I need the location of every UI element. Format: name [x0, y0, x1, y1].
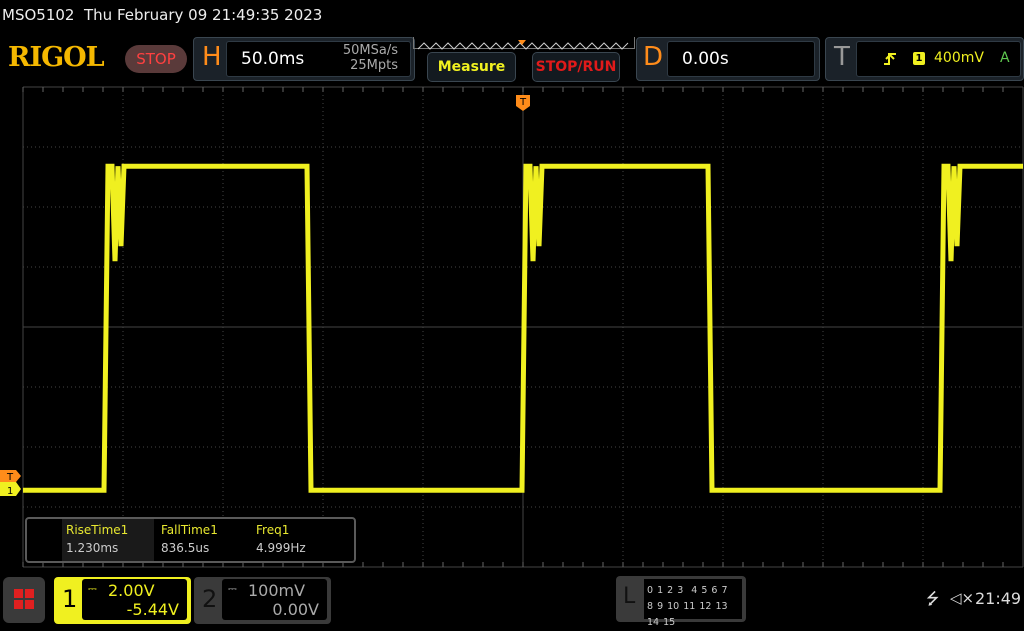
measurement-falltime: FallTime1 836.5us — [161, 523, 218, 555]
stop-run-button[interactable]: STOP/RUN — [532, 52, 620, 82]
trigger-panel[interactable]: T 1 400mV A — [825, 37, 1024, 81]
channel1-number: 1 — [62, 585, 78, 613]
sample-rate: 50MSa/s — [342, 43, 398, 58]
waveform-memory-icon — [417, 40, 629, 50]
delay-panel[interactable]: D 0.00s — [636, 37, 820, 81]
trigger-level-marker[interactable]: T — [0, 470, 21, 483]
channel2-number: 2 — [202, 585, 218, 613]
trigger-source-badge: 1 — [913, 52, 925, 65]
channel2-button[interactable]: 2 ⎓ 100mV 0.00V — [194, 577, 331, 624]
grid-menu-icon — [14, 589, 34, 609]
main-menu-button[interactable] — [3, 577, 45, 623]
channel1-ground-marker[interactable]: 1 — [0, 482, 21, 497]
measurement-name: RiseTime1 — [66, 523, 129, 537]
dc-coupling-icon: ⎓ — [228, 582, 237, 595]
trigger-letter: T — [834, 42, 850, 72]
measurement-value: 1.230ms — [66, 541, 119, 555]
run-status-badge[interactable]: STOP — [125, 45, 187, 73]
channel1-marker-label: 1 — [7, 486, 13, 497]
measurement-name: FallTime1 — [161, 523, 218, 537]
channel1-scale: 2.00V — [108, 581, 155, 600]
channel2-offset: 0.00V — [272, 600, 319, 619]
measurement-value: 836.5us — [161, 541, 210, 555]
timebase: 50.0ms — [241, 49, 305, 69]
memory-depth: 25Mpts — [350, 58, 398, 73]
measurement-risetime: RiseTime1 1.230ms — [66, 523, 128, 555]
logic-channels-row1: 0 1 2 3 4 5 6 7 — [647, 585, 728, 596]
channel1-button[interactable]: 1 ⎓ 2.00V -5.44V — [54, 577, 191, 624]
trigger-position-label: T — [519, 97, 527, 108]
measurement-value: 4.999Hz — [256, 541, 306, 555]
model: MSO5102 — [2, 6, 75, 24]
status-time: 21:49 — [975, 589, 1022, 608]
trigger-position-marker[interactable]: T — [516, 95, 530, 111]
horizontal-letter: H — [202, 42, 222, 72]
memory-position-bar[interactable] — [413, 37, 635, 50]
logic-letter: L — [623, 584, 636, 609]
measurement-name: Freq1 — [256, 523, 290, 537]
channel1-waveform — [23, 163, 1023, 493]
usb-icon: ⭍ — [926, 589, 940, 608]
datetime: Thu February 09 21:49:35 2023 — [84, 6, 323, 24]
trigger-level-label: T — [6, 472, 14, 483]
rigol-logo: RIGOL — [8, 42, 105, 73]
channel1-offset: -5.44V — [126, 600, 179, 619]
logic-channels-row2: 8 9 10 11 12 13 14 15 — [647, 601, 728, 628]
rising-edge-icon — [884, 53, 896, 65]
trigger-mode: A — [1000, 50, 1010, 66]
delay-value: 0.00s — [682, 49, 729, 69]
measure-button[interactable]: Measure — [427, 52, 516, 82]
horizontal-panel[interactable]: H 50.0ms 50MSa/s 25Mpts — [193, 37, 415, 81]
dc-coupling-icon: ⎓ — [88, 582, 97, 595]
measurement-panel: RiseTime1 1.230ms FallTime1 836.5us Freq1 4… — [25, 517, 356, 563]
title-bar: MSO5102 Thu February 09 21:49:35 2023 — [2, 6, 322, 24]
channel2-scale: 100mV — [248, 581, 306, 600]
logic-analyzer-button[interactable]: L 0 1 2 3 4 5 6 7 8 9 10 11 12 13 14 15 — [616, 576, 746, 628]
speaker-muted-icon[interactable]: ◁× — [950, 589, 974, 607]
waveform-display[interactable]: T T 1 — [0, 86, 1024, 570]
measurement-freq: Freq1 4.999Hz — [256, 523, 306, 555]
trigger-level: 400mV — [934, 50, 984, 66]
delay-letter: D — [643, 42, 664, 72]
